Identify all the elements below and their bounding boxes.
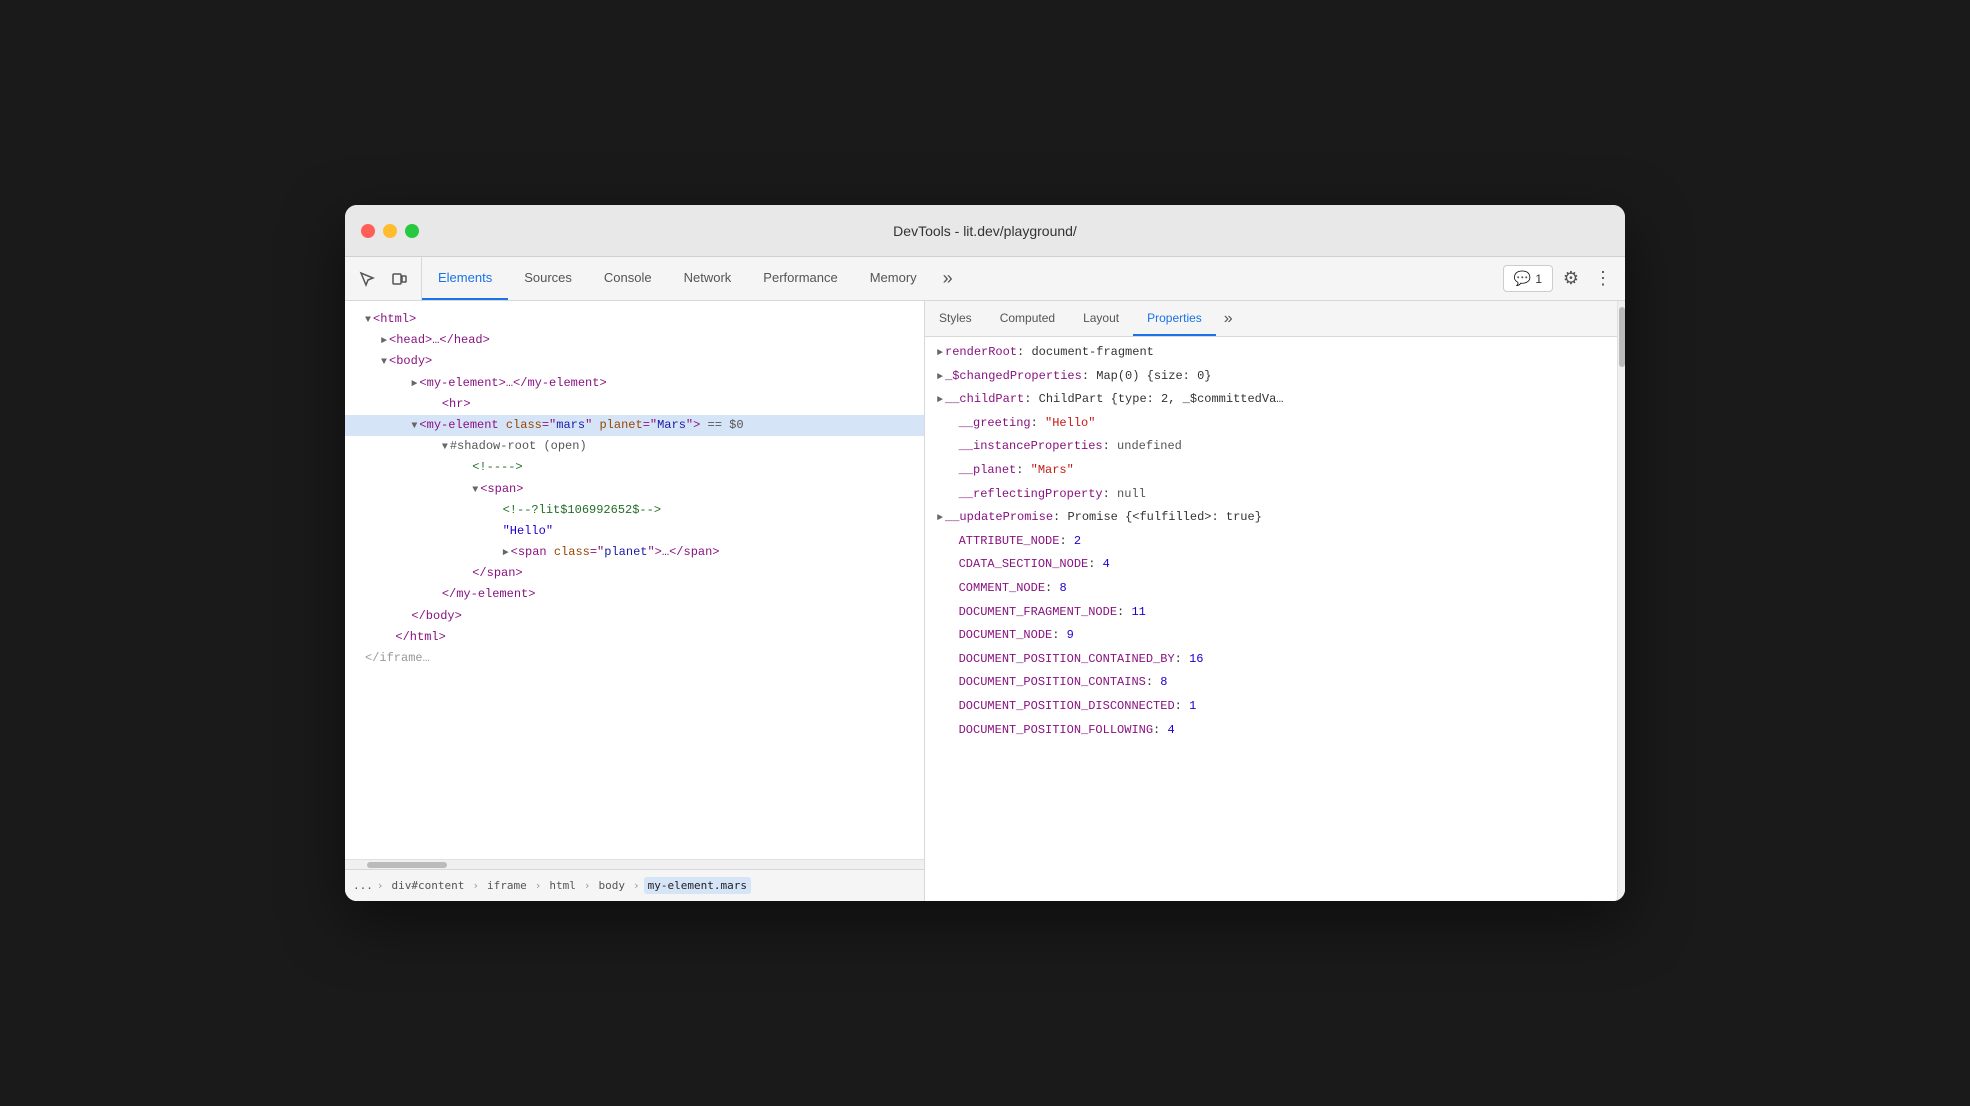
breadcrumb-div-content[interactable]: div#content <box>388 877 469 894</box>
feedback-icon: 💬 <box>1514 270 1531 287</box>
prop-instanceProperties[interactable]: __instanceProperties: undefined <box>925 435 1617 459</box>
prop-changedProperties[interactable]: ►_$changedProperties: Map(0) {size: 0} <box>925 365 1617 389</box>
dom-line-html-close[interactable]: </html> <box>345 627 924 648</box>
traffic-lights <box>361 224 419 238</box>
expand-head[interactable]: ► <box>381 336 387 347</box>
breadcrumb-iframe[interactable]: iframe <box>483 877 531 894</box>
breadcrumb-html[interactable]: html <box>545 877 580 894</box>
dom-line-body[interactable]: ▼<body> <box>345 351 924 372</box>
expand-renderRoot[interactable]: ► <box>937 348 943 359</box>
expand-updatePromise[interactable]: ► <box>937 513 943 524</box>
panel-tabs: Styles Computed Layout Properties » <box>925 301 1617 337</box>
settings-button[interactable]: ⚙ <box>1557 265 1585 293</box>
dom-line-body-close[interactable]: </body> <box>345 606 924 627</box>
properties-panel: Styles Computed Layout Properties » ►ren… <box>925 301 1617 901</box>
dom-line-hr[interactable]: <hr> <box>345 394 924 415</box>
feedback-button[interactable]: 💬 1 <box>1503 265 1553 292</box>
vertical-scrollbar[interactable] <box>1617 301 1625 901</box>
dom-line-my-element-close[interactable]: </my-element> <box>345 584 924 605</box>
dom-line-span-close[interactable]: </span> <box>345 563 924 584</box>
expand-changedProperties[interactable]: ► <box>937 372 943 383</box>
tab-layout[interactable]: Layout <box>1069 301 1133 336</box>
tab-elements[interactable]: Elements <box>422 257 508 300</box>
tab-network[interactable]: Network <box>668 257 748 300</box>
breadcrumb-bar: ... › div#content › iframe › html › body… <box>345 869 924 901</box>
dom-line-lit-comment[interactable]: <!--?lit$106992652$--> <box>345 500 924 521</box>
main-content: ▼<html> ►<head>…</head> ▼<body> ►<my-ele… <box>345 301 1625 901</box>
prop-DOCUMENT_NODE[interactable]: DOCUMENT_NODE: 9 <box>925 624 1617 648</box>
minimize-button[interactable] <box>383 224 397 238</box>
dom-line-html[interactable]: ▼<html> <box>345 309 924 330</box>
tab-computed[interactable]: Computed <box>986 301 1069 336</box>
toolbar-right: 💬 1 ⚙ ⋮ <box>1495 257 1625 300</box>
prop-updatePromise[interactable]: ►__updatePromise: Promise {<fulfilled>: … <box>925 506 1617 530</box>
more-panel-tabs[interactable]: » <box>1216 301 1241 336</box>
expand-shadow-root[interactable]: ▼ <box>442 442 448 453</box>
prop-DOCUMENT_POSITION_CONTAINED_BY[interactable]: DOCUMENT_POSITION_CONTAINED_BY: 16 <box>925 648 1617 672</box>
prop-ATTRIBUTE_NODE[interactable]: ATTRIBUTE_NODE: 2 <box>925 530 1617 554</box>
more-options-button[interactable]: ⋮ <box>1589 265 1617 293</box>
properties-content: ►renderRoot: document-fragment ►_$change… <box>925 337 1617 901</box>
tab-sources[interactable]: Sources <box>508 257 588 300</box>
dom-line-hello[interactable]: "Hello" <box>345 521 924 542</box>
expand-span[interactable]: ▼ <box>472 485 478 496</box>
maximize-button[interactable] <box>405 224 419 238</box>
breadcrumb-dots[interactable]: ... <box>353 879 373 892</box>
main-toolbar: Elements Sources Console Network Perform… <box>345 257 1625 301</box>
devtools-window: DevTools - lit.dev/playground/ Elements … <box>345 205 1625 901</box>
expand-html[interactable]: ▼ <box>365 315 371 326</box>
scrollbar-thumb[interactable] <box>367 862 447 868</box>
expand-span-planet[interactable]: ► <box>503 548 509 559</box>
prop-greeting[interactable]: __greeting: "Hello" <box>925 412 1617 436</box>
dom-line-shadow-root[interactable]: ▼#shadow-root (open) <box>345 436 924 457</box>
prop-planet[interactable]: __planet: "Mars" <box>925 459 1617 483</box>
prop-renderRoot[interactable]: ►renderRoot: document-fragment <box>925 341 1617 365</box>
expand-my-element-selected[interactable]: ▼ <box>411 421 417 432</box>
main-tabs: Elements Sources Console Network Perform… <box>422 257 1495 300</box>
tab-styles[interactable]: Styles <box>925 301 986 336</box>
window-title: DevTools - lit.dev/playground/ <box>893 223 1077 239</box>
prop-COMMENT_NODE[interactable]: COMMENT_NODE: 8 <box>925 577 1617 601</box>
prop-childPart[interactable]: ►__childPart: ChildPart {type: 2, _$comm… <box>925 388 1617 412</box>
device-toggle-button[interactable] <box>385 265 413 293</box>
tab-performance[interactable]: Performance <box>747 257 853 300</box>
tab-properties[interactable]: Properties <box>1133 301 1216 336</box>
toolbar-icons <box>345 257 422 300</box>
dom-panel: ▼<html> ►<head>…</head> ▼<body> ►<my-ele… <box>345 301 925 901</box>
dom-line-span[interactable]: ▼<span> <box>345 479 924 500</box>
breadcrumb-my-element[interactable]: my-element.mars <box>644 877 751 894</box>
dom-line-my-element-selected[interactable]: ▼<my-element class="mars" planet="Mars">… <box>345 415 924 436</box>
prop-DOCUMENT_POSITION_FOLLOWING[interactable]: DOCUMENT_POSITION_FOLLOWING: 4 <box>925 719 1617 743</box>
dom-line-span-planet[interactable]: ►<span class="planet">…</span> <box>345 542 924 563</box>
more-tabs-button[interactable]: » <box>933 257 963 300</box>
prop-DOCUMENT_FRAGMENT_NODE[interactable]: DOCUMENT_FRAGMENT_NODE: 11 <box>925 601 1617 625</box>
breadcrumb-body[interactable]: body <box>594 877 629 894</box>
tab-memory[interactable]: Memory <box>854 257 933 300</box>
close-button[interactable] <box>361 224 375 238</box>
dom-line-my-element-1[interactable]: ►<my-element>…</my-element> <box>345 373 924 394</box>
prop-reflectingProperty[interactable]: __reflectingProperty: null <box>925 483 1617 507</box>
dom-line-head[interactable]: ►<head>…</head> <box>345 330 924 351</box>
prop-DOCUMENT_POSITION_CONTAINS[interactable]: DOCUMENT_POSITION_CONTAINS: 8 <box>925 671 1617 695</box>
prop-CDATA_SECTION_NODE[interactable]: CDATA_SECTION_NODE: 4 <box>925 553 1617 577</box>
dom-tree: ▼<html> ►<head>…</head> ▼<body> ►<my-ele… <box>345 301 924 859</box>
dom-line-iframe-close[interactable]: </iframe… <box>345 648 924 669</box>
feedback-count: 1 <box>1535 272 1542 286</box>
dom-line-comment-empty[interactable]: <!----> <box>345 457 924 478</box>
horizontal-scrollbar[interactable] <box>345 859 924 869</box>
prop-DOCUMENT_POSITION_DISCONNECTED[interactable]: DOCUMENT_POSITION_DISCONNECTED: 1 <box>925 695 1617 719</box>
titlebar: DevTools - lit.dev/playground/ <box>345 205 1625 257</box>
expand-childPart[interactable]: ► <box>937 395 943 406</box>
right-panel-wrapper: Styles Computed Layout Properties » ►ren… <box>925 301 1625 901</box>
scrollbar-thumb-v[interactable] <box>1619 307 1625 367</box>
expand-body[interactable]: ▼ <box>381 357 387 368</box>
inspect-element-button[interactable] <box>353 265 381 293</box>
tab-console[interactable]: Console <box>588 257 668 300</box>
expand-my-element-1[interactable]: ► <box>411 379 417 390</box>
